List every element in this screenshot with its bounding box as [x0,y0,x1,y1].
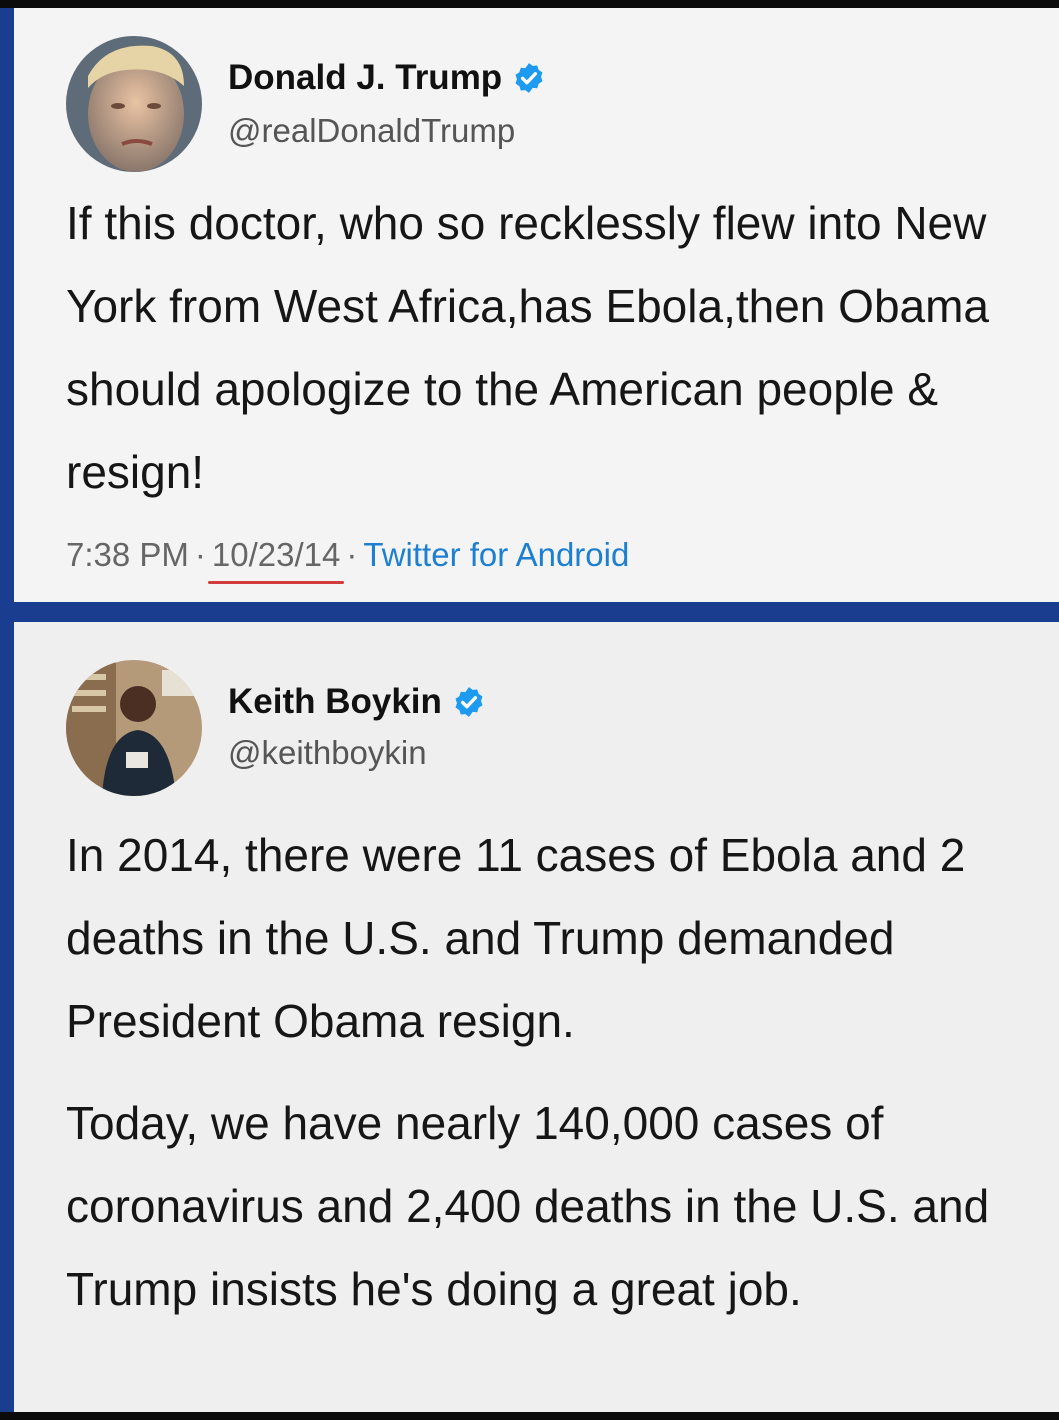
author-handle[interactable]: @keithboykin [228,734,427,772]
author-handle[interactable]: @realDonaldTrump [228,112,515,150]
bottom-border [0,1412,1059,1420]
tweet-paragraph: Today, we have nearly 140,000 cases of c… [66,1097,990,1315]
top-border [0,0,1059,8]
tweet-date[interactable]: 10/23/14 [207,536,345,584]
meta-separator: · [194,536,206,573]
author-name[interactable]: Keith Boykin [228,682,486,722]
tweet-client-link[interactable]: Twitter for Android [363,536,629,573]
verified-badge-icon [452,685,486,719]
avatar[interactable] [66,36,202,172]
tweet-meta: 7:38 PM · 10/23/14 · Twitter for Android [66,536,629,584]
author-name-text: Keith Boykin [228,682,442,721]
tweet-card-boykin[interactable]: Keith Boykin @keithboykin In 2014, there… [14,622,1059,1412]
avatar[interactable] [66,660,202,796]
author-name-text: Donald J. Trump [228,58,503,97]
tweet-paragraph: In 2014, there were 11 cases of Ebola an… [66,829,966,1047]
verified-badge-icon [512,61,546,95]
author-name[interactable]: Donald J. Trump [228,58,546,98]
tweet-text: If this doctor, who so recklessly flew i… [66,197,990,498]
tweet-time[interactable]: 7:38 PM [66,536,189,573]
tweet-card-trump[interactable]: Donald J. Trump @realDonaldTrump If this… [14,8,1059,602]
meta-separator: · [346,536,358,573]
